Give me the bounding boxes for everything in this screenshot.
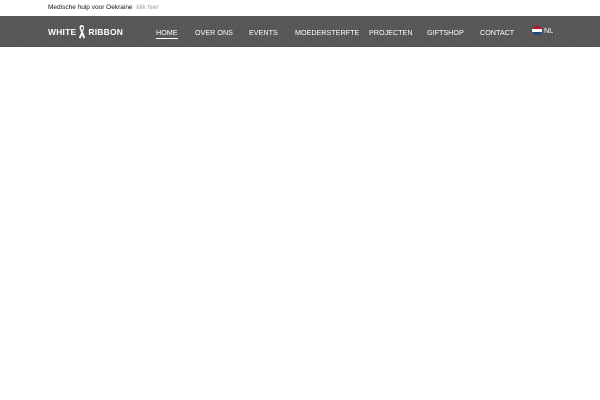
logo-text-white: WHITE [48, 27, 77, 37]
nav-moedersterfte[interactable]: MOEDERSTERFTE [295, 28, 359, 37]
main-content-area [0, 47, 600, 400]
announcement-text: Medische hulp voor Oekraine klik hier [48, 3, 158, 13]
site-logo[interactable]: WHITE RIBBON [48, 24, 123, 40]
nav-events[interactable]: EVENTS [249, 28, 278, 37]
announcement-bar: Medische hulp voor Oekraine klik hier [0, 0, 600, 16]
nav-over-ons[interactable]: OVER ONS [195, 28, 233, 37]
nav-contact[interactable]: CONTACT [480, 28, 514, 37]
nav-projecten[interactable]: PROJECTEN [369, 28, 413, 37]
flag-nl-icon [532, 26, 542, 35]
language-switcher[interactable]: NL [532, 26, 553, 35]
announcement-link[interactable]: klik hier [136, 4, 158, 11]
main-navbar: WHITE RIBBON HOME OVER ONS EVENTS MOEDER… [0, 16, 600, 47]
announcement-message: Medische hulp voor Oekraine [48, 4, 133, 11]
logo-text-ribbon: RIBBON [88, 27, 124, 37]
language-label: NL [544, 26, 554, 35]
ribbon-icon [79, 25, 86, 39]
nav-home[interactable]: HOME [156, 28, 178, 39]
nav-giftshop[interactable]: GIFTSHOP [427, 28, 464, 37]
